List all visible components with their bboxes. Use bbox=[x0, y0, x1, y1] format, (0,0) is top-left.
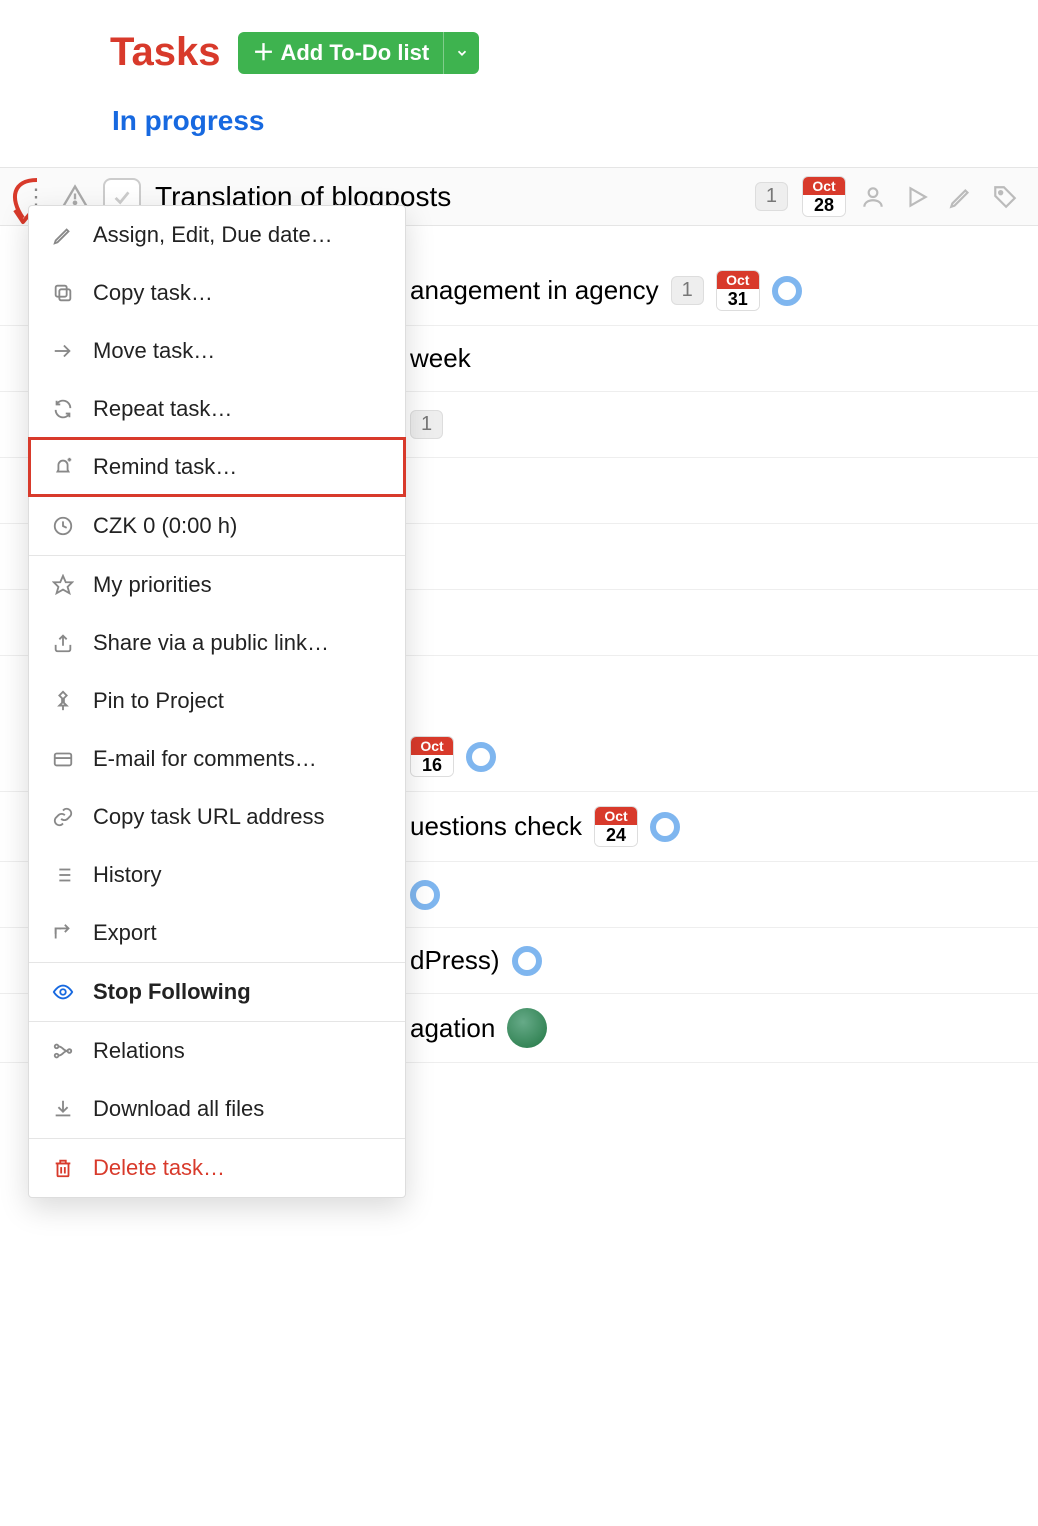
pin-icon bbox=[51, 690, 75, 712]
menu-label: My priorities bbox=[93, 572, 212, 598]
status-ring-icon[interactable] bbox=[466, 742, 496, 772]
menu-label: Copy task… bbox=[93, 280, 213, 306]
task-text-fragment: uestions check bbox=[410, 811, 582, 842]
task-count-badge: 1 bbox=[671, 276, 704, 305]
menu-remind-task[interactable]: Remind task… bbox=[29, 438, 405, 496]
due-day: 28 bbox=[803, 195, 845, 216]
task-text-fragment: dPress) bbox=[410, 945, 500, 976]
star-icon bbox=[51, 574, 75, 596]
add-todo-button-label: Add To-Do list bbox=[280, 40, 429, 66]
pencil-icon[interactable] bbox=[948, 184, 974, 210]
list-icon bbox=[51, 864, 75, 886]
menu-export[interactable]: Export bbox=[29, 904, 405, 962]
play-icon[interactable] bbox=[904, 184, 930, 210]
share-icon bbox=[51, 632, 75, 654]
menu-assign-edit[interactable]: Assign, Edit, Due date… bbox=[29, 206, 405, 264]
menu-label: Share via a public link… bbox=[93, 630, 329, 656]
section-label[interactable]: In progress bbox=[110, 75, 1018, 157]
menu-my-priorities[interactable]: My priorities bbox=[29, 556, 405, 614]
bell-plus-icon bbox=[51, 456, 75, 478]
menu-label: History bbox=[93, 862, 161, 888]
menu-copy-url[interactable]: Copy task URL address bbox=[29, 788, 405, 846]
status-ring-icon[interactable] bbox=[650, 812, 680, 842]
task-text-fragment: week bbox=[410, 343, 471, 374]
export-icon bbox=[51, 922, 75, 944]
menu-label: Move task… bbox=[93, 338, 215, 364]
menu-label: Pin to Project bbox=[93, 688, 224, 714]
menu-delete-task[interactable]: Delete task… bbox=[29, 1139, 405, 1197]
menu-label: E-mail for comments… bbox=[93, 746, 317, 772]
task-count-badge: 1 bbox=[755, 182, 788, 211]
menu-label: Download all files bbox=[93, 1096, 264, 1122]
menu-label: Delete task… bbox=[93, 1155, 225, 1181]
menu-czk-time[interactable]: CZK 0 (0:00 h) bbox=[29, 497, 405, 555]
status-ring-icon[interactable] bbox=[512, 946, 542, 976]
menu-download-all[interactable]: Download all files bbox=[29, 1080, 405, 1138]
trash-icon bbox=[51, 1157, 75, 1179]
page-header: Tasks ＋ Add To-Do list In progress bbox=[0, 0, 1038, 167]
menu-label: Export bbox=[93, 920, 157, 946]
link-icon bbox=[51, 806, 75, 828]
repeat-icon bbox=[51, 398, 75, 420]
menu-copy-task[interactable]: Copy task… bbox=[29, 264, 405, 322]
menu-label: Repeat task… bbox=[93, 396, 232, 422]
due-date-chip[interactable]: Oct 24 bbox=[594, 806, 638, 847]
menu-label: Stop Following bbox=[93, 979, 251, 1005]
chevron-down-icon bbox=[455, 46, 469, 60]
menu-label: Remind task… bbox=[93, 454, 237, 480]
add-todo-button[interactable]: ＋ Add To-Do list bbox=[238, 32, 443, 74]
menu-move-task[interactable]: Move task… bbox=[29, 322, 405, 380]
plus-icon: ＋ bbox=[252, 42, 274, 64]
arrow-right-icon bbox=[51, 340, 75, 362]
menu-label: Assign, Edit, Due date… bbox=[93, 222, 333, 248]
add-todo-caret-button[interactable] bbox=[443, 32, 479, 74]
task-toolbar bbox=[860, 184, 1038, 210]
menu-stop-following[interactable]: Stop Following bbox=[29, 963, 405, 1021]
relations-icon bbox=[51, 1040, 75, 1062]
menu-pin-project[interactable]: Pin to Project bbox=[29, 672, 405, 730]
menu-relations[interactable]: Relations bbox=[29, 1022, 405, 1080]
task-context-menu: Assign, Edit, Due date… Copy task… Move … bbox=[28, 205, 406, 1198]
pencil-icon bbox=[51, 224, 75, 246]
menu-label: CZK 0 (0:00 h) bbox=[93, 513, 237, 539]
status-ring-icon[interactable] bbox=[772, 276, 802, 306]
mail-icon bbox=[51, 748, 75, 770]
task-text-fragment: agation bbox=[410, 1013, 495, 1044]
status-ring-icon[interactable] bbox=[410, 880, 440, 910]
add-todo-button-group: ＋ Add To-Do list bbox=[238, 32, 479, 74]
menu-label: Relations bbox=[93, 1038, 185, 1064]
avatar[interactable] bbox=[507, 1008, 547, 1048]
tag-icon[interactable] bbox=[992, 184, 1018, 210]
task-text-fragment: anagement in agency bbox=[410, 275, 659, 306]
copy-icon bbox=[51, 282, 75, 304]
task-count-badge: 1 bbox=[410, 410, 443, 439]
page-title: Tasks bbox=[110, 30, 220, 75]
menu-repeat-task[interactable]: Repeat task… bbox=[29, 380, 405, 438]
menu-email-comments[interactable]: E-mail for comments… bbox=[29, 730, 405, 788]
eye-icon bbox=[51, 981, 75, 1003]
due-date-chip[interactable]: Oct 28 bbox=[802, 176, 846, 217]
due-month: Oct bbox=[803, 177, 845, 195]
menu-label: Copy task URL address bbox=[93, 804, 325, 830]
due-date-chip[interactable]: Oct 16 bbox=[410, 736, 454, 777]
download-icon bbox=[51, 1098, 75, 1120]
menu-share-link[interactable]: Share via a public link… bbox=[29, 614, 405, 672]
assignee-icon[interactable] bbox=[860, 184, 886, 210]
menu-history[interactable]: History bbox=[29, 846, 405, 904]
clock-icon bbox=[51, 515, 75, 537]
due-date-chip[interactable]: Oct 31 bbox=[716, 270, 760, 311]
